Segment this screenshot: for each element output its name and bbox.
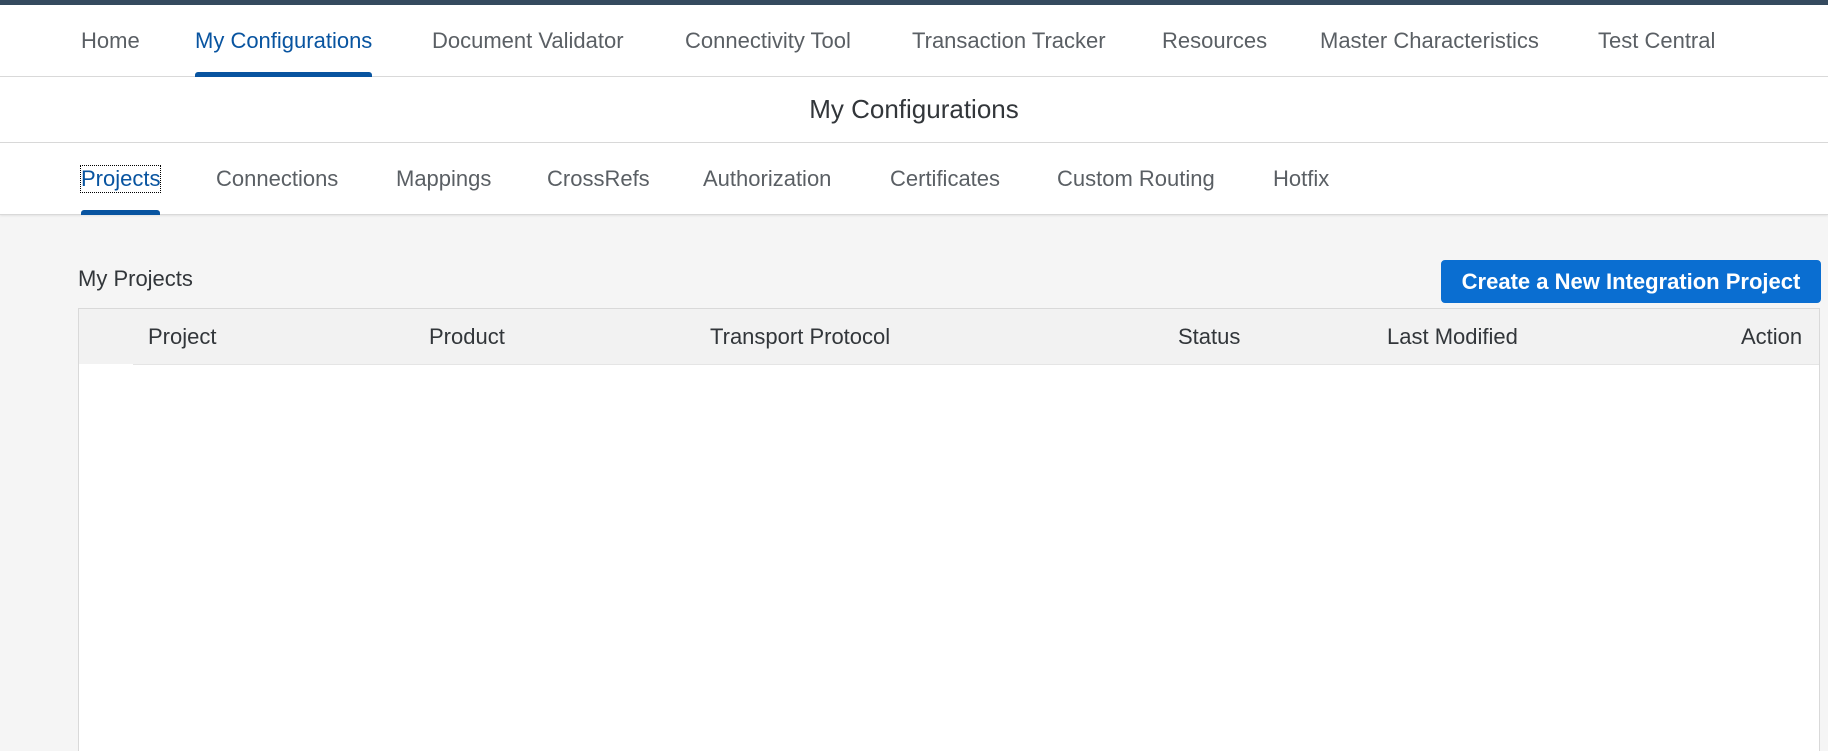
- nav-item-home[interactable]: Home: [81, 5, 140, 77]
- tab-label: CrossRefs: [547, 166, 650, 191]
- nav-item-resources[interactable]: Resources: [1162, 5, 1267, 77]
- nav-item-label: Test Central: [1598, 28, 1716, 53]
- column-header-status[interactable]: Status: [1178, 309, 1240, 365]
- tab-crossrefs[interactable]: CrossRefs: [547, 143, 650, 215]
- nav-item-label: Resources: [1162, 28, 1268, 53]
- tab-connections[interactable]: Connections: [216, 143, 338, 215]
- column-header-last-modified[interactable]: Last Modified: [1387, 309, 1518, 365]
- nav-item-label: Master Characteristics: [1320, 28, 1539, 53]
- tab-mappings[interactable]: Mappings: [396, 143, 491, 215]
- nav-item-transaction-tracker[interactable]: Transaction Tracker: [912, 5, 1106, 77]
- tab-label: Hotfix: [1273, 166, 1330, 191]
- nav-item-test-central[interactable]: Test Central: [1598, 5, 1715, 77]
- section-title: My Projects: [78, 266, 193, 291]
- projects-table: Project Product Transport Protocol Statu…: [78, 308, 1820, 751]
- create-integration-project-button[interactable]: Create a New Integration Project: [1441, 260, 1821, 303]
- tab-projects[interactable]: Projects: [79, 143, 162, 215]
- nav-item-label: Connectivity Tool: [685, 28, 851, 53]
- page-title-bar: My Configurations: [0, 77, 1828, 143]
- active-tab-indicator: [81, 210, 161, 215]
- nav-item-label: Home: [81, 28, 140, 53]
- column-header-project[interactable]: Project: [148, 309, 216, 365]
- page-title: My Configurations: [809, 94, 1019, 124]
- tab-label: Certificates: [890, 166, 1001, 191]
- column-header-action[interactable]: Action: [1741, 309, 1802, 365]
- tab-label: Projects: [79, 165, 162, 193]
- main-navigation: Home My Configurations Document Validato…: [0, 5, 1828, 77]
- configuration-tabs: Projects Connections Mappings CrossRefs …: [0, 143, 1828, 215]
- table-body: [79, 365, 1819, 751]
- tab-authorization[interactable]: Authorization: [703, 143, 831, 215]
- nav-item-label: Transaction Tracker: [912, 28, 1106, 53]
- tab-label: Authorization: [703, 166, 832, 191]
- tab-hotfix[interactable]: Hotfix: [1273, 143, 1329, 215]
- tab-custom-routing[interactable]: Custom Routing: [1057, 143, 1215, 215]
- nav-item-master-characteristics[interactable]: Master Characteristics: [1320, 5, 1539, 77]
- nav-item-document-validator[interactable]: Document Validator: [432, 5, 624, 77]
- column-header-transport-protocol[interactable]: Transport Protocol: [710, 309, 890, 365]
- nav-item-label: My Configurations: [195, 28, 373, 53]
- tab-certificates[interactable]: Certificates: [890, 143, 1000, 215]
- row-selector-header: [79, 309, 133, 365]
- nav-item-my-configurations[interactable]: My Configurations: [195, 5, 373, 77]
- tab-label: Mappings: [396, 166, 492, 191]
- tab-label: Custom Routing: [1057, 166, 1215, 191]
- tab-label: Connections: [216, 166, 339, 191]
- nav-item-connectivity-tool[interactable]: Connectivity Tool: [685, 5, 851, 77]
- column-header-product[interactable]: Product: [429, 309, 505, 365]
- table-header: Project Product Transport Protocol Statu…: [79, 309, 1819, 365]
- nav-item-label: Document Validator: [432, 28, 624, 53]
